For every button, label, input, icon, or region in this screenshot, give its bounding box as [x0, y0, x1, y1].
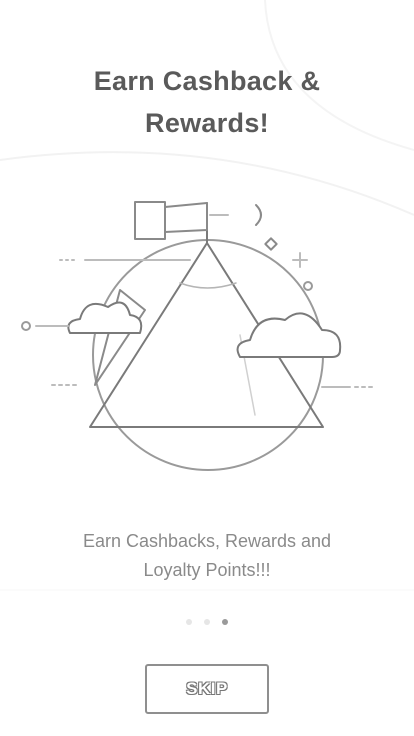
- page-dot-1[interactable]: [186, 619, 192, 625]
- onboarding-title: Earn Cashback & Rewards!: [0, 60, 414, 144]
- cloud-right-icon: [236, 312, 342, 358]
- subtitle-line-1: Earn Cashbacks, Rewards and: [82, 531, 332, 551]
- title-line-1: Earn Cashback &: [93, 66, 321, 96]
- title-line-2: Rewards!: [145, 108, 269, 138]
- flag-icon: [134, 201, 166, 240]
- skip-button[interactable]: SKIP: [145, 664, 269, 714]
- subtitle-line-2: Loyalty Points!!!: [143, 560, 271, 580]
- onboarding-subtitle: Earn Cashbacks, Rewards and Loyalty Poin…: [0, 527, 414, 585]
- page-dot-3-active[interactable]: [222, 619, 228, 625]
- page-dot-2[interactable]: [204, 619, 210, 625]
- mountain-flag-illustration: [21, 201, 376, 471]
- page-indicator: [0, 619, 414, 625]
- cloud-left-icon: [67, 301, 143, 334]
